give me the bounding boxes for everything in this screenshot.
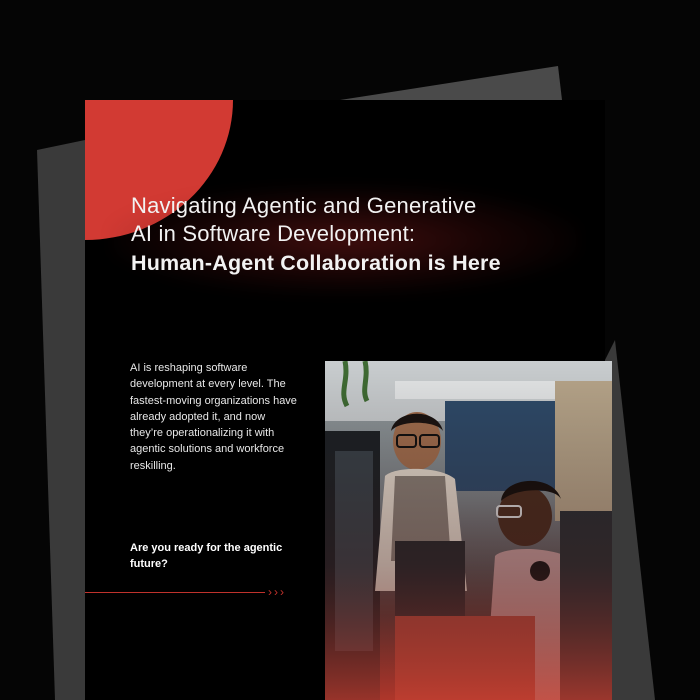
title-bold-line: Human-Agent Collaboration is Here — [131, 251, 501, 275]
chevron-right-icon[interactable]: ››› — [268, 585, 286, 599]
photo-illustration — [325, 361, 612, 700]
title-line-2: AI in Software Development: — [131, 221, 416, 246]
page-title: Navigating Agentic and Generative AI in … — [131, 192, 601, 277]
title-line-1: Navigating Agentic and Generative — [131, 193, 477, 218]
page: Navigating Agentic and Generative AI in … — [0, 0, 700, 700]
intro-paragraph: AI is reshaping software development at … — [130, 362, 297, 472]
hero-photo — [325, 361, 612, 700]
cta-divider-line — [85, 592, 265, 593]
cta-question: Are you ready for the agentic future? — [130, 542, 283, 571]
